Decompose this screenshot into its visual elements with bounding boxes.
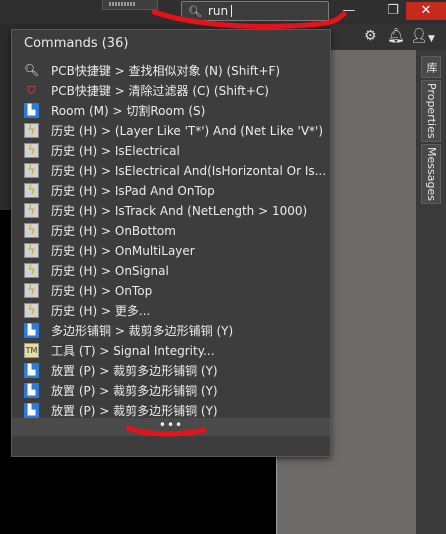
list-item[interactable]: ϟ 历史 (H) > IsElectrical And(IsHorizontal … xyxy=(12,160,330,180)
lightning-icon: ϟ xyxy=(24,122,39,138)
polygon-icon: ▙ xyxy=(24,382,39,398)
bell-icon[interactable]: 🔔︎ xyxy=(387,28,405,44)
command-list: 🔍︎ PCB快捷键 > 查找相似对象 (N) (Shift+F) ⛉ PCB快捷键 … xyxy=(12,60,330,420)
list-item[interactable]: ▙ 放置 (P) > 裁剪多边形铺铜 (Y) xyxy=(12,380,330,400)
list-item[interactable]: ▙ 多边形铺铜 > 裁剪多边形铺铜 (Y) xyxy=(12,320,330,340)
list-item[interactable]: ϟ 历史 (H) > IsTrack And (NetLength > 1000) xyxy=(12,200,330,220)
chevron-down-icon[interactable]: ▼ xyxy=(428,31,435,47)
polygon-icon: ▙ xyxy=(24,322,39,338)
side-tab-messages[interactable]: Messages xyxy=(421,144,441,204)
list-item[interactable]: ϟ 历史 (H) > 更多... xyxy=(12,300,330,320)
list-item[interactable]: ϟ 历史 (H) > IsElectrical xyxy=(12,140,330,160)
list-item[interactable]: ▙ Room (M) > 切割Room (S) xyxy=(12,100,330,120)
lightning-icon: ϟ xyxy=(24,202,39,218)
room-icon: ▙ xyxy=(24,102,39,118)
lightning-icon: ϟ xyxy=(24,182,39,198)
lightning-icon: ϟ xyxy=(24,262,39,278)
list-item[interactable]: ϟ 历史 (H) > OnBottom xyxy=(12,220,330,240)
filter-clear-icon: ⛉ xyxy=(27,83,36,97)
annotation-underline-search xyxy=(151,9,347,29)
list-item[interactable]: ⛉ PCB快捷键 > 清除过滤器 (C) (Shift+C) xyxy=(12,80,330,100)
polygon-icon: ▙ xyxy=(24,402,39,418)
list-item[interactable]: ▙ 放置 (P) > 裁剪多边形铺铜 (Y) xyxy=(12,360,330,380)
list-item[interactable]: 🔍︎ PCB快捷键 > 查找相似对象 (N) (Shift+F) xyxy=(12,60,330,80)
list-item[interactable]: ϟ 历史 (H) > IsPad And OnTop xyxy=(12,180,330,200)
search-icon: 🔍︎ xyxy=(23,62,40,77)
pcb-canvas[interactable] xyxy=(12,456,278,534)
lightning-icon: ϟ xyxy=(24,242,39,258)
restore-icon[interactable]: ❐ xyxy=(382,2,404,20)
polygon-icon: ▙ xyxy=(24,362,39,378)
list-item[interactable]: ϟ 历史 (H) > (Layer Like 'T*') And (Net Lik… xyxy=(12,120,330,140)
list-item[interactable]: TM 工具 (T) > Signal Integrity... xyxy=(12,340,330,360)
annotation-underline-more xyxy=(125,425,207,437)
list-item[interactable]: ϟ 历史 (H) > OnSignal xyxy=(12,260,330,280)
list-item[interactable]: ϟ 历史 (H) > OnTop xyxy=(12,280,330,300)
gear-icon[interactable]: ⚙ xyxy=(364,28,377,44)
commands-dropdown: Commands (36) 🔍︎ PCB快捷键 > 查找相似对象 (N) (Shi… xyxy=(11,29,331,457)
close-icon[interactable]: ✕ xyxy=(406,2,446,20)
lightning-icon: ϟ xyxy=(24,282,39,298)
lightning-icon: ϟ xyxy=(24,222,39,238)
list-item[interactable]: ▙ 放置 (P) > 裁剪多边形铺铜 (Y) xyxy=(12,400,330,420)
lightning-icon: ϟ xyxy=(24,162,39,178)
user-icon[interactable]: 👤︎ xyxy=(410,28,428,44)
tools-icon: TM xyxy=(24,342,39,358)
lightning-icon: ϟ xyxy=(24,302,39,318)
panel-title: Commands (36) xyxy=(24,36,129,51)
list-item[interactable]: ϟ 历史 (H) > OnMultiLayer xyxy=(12,240,330,260)
lightning-icon: ϟ xyxy=(24,142,39,158)
side-tab-library[interactable]: 库 xyxy=(421,56,441,78)
side-tab-properties[interactable]: Properties xyxy=(421,80,441,142)
